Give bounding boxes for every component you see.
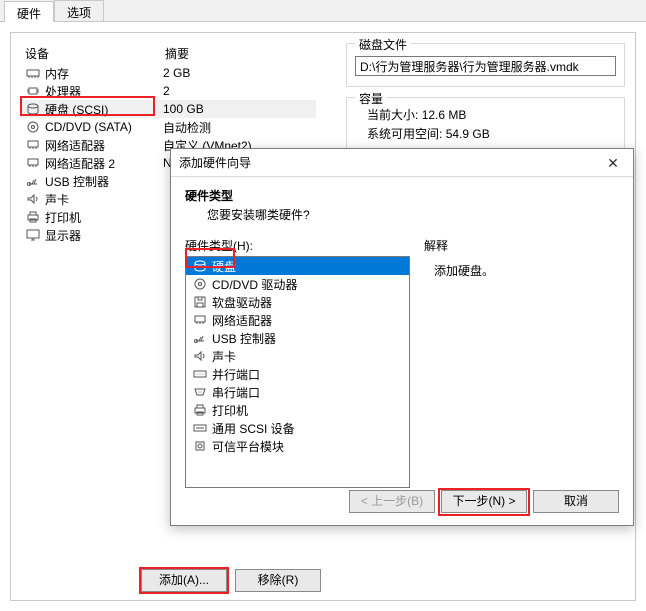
hw-type-item[interactable]: 软盘驱动器 xyxy=(186,293,409,311)
device-name: 硬盘 (SCSI) xyxy=(45,101,163,118)
device-name: 内存 xyxy=(45,65,163,82)
parallel-icon xyxy=(192,367,208,381)
disk-icon xyxy=(25,102,41,116)
device-row[interactable]: 硬盘 (SCSI)100 GB xyxy=(21,100,316,118)
device-summary: 2 GB xyxy=(163,66,316,80)
hw-type-item[interactable]: 并行端口 xyxy=(186,365,409,383)
header-summary: 摘要 xyxy=(161,43,311,64)
hw-type-label: 串行端口 xyxy=(212,384,260,401)
memory-icon xyxy=(25,66,41,80)
hw-type-item[interactable]: 硬盘 xyxy=(186,257,409,275)
disk-icon xyxy=(192,259,208,273)
tab-options[interactable]: 选项 xyxy=(54,0,104,21)
cd-icon xyxy=(25,120,41,134)
device-row[interactable]: CD/DVD (SATA)自动检测 xyxy=(21,118,316,136)
device-summary: 100 GB xyxy=(163,102,316,116)
device-name: 网络适配器 2 xyxy=(45,155,163,172)
add-button[interactable]: 添加(A)... xyxy=(141,569,227,592)
wizard-buttons: < 上一步(B) 下一步(N) > 取消 xyxy=(349,490,619,513)
wizard-title: 添加硬件向导 xyxy=(179,149,251,177)
hw-type-label: CD/DVD 驱动器 xyxy=(212,276,297,293)
net-icon xyxy=(192,313,208,327)
printer-icon xyxy=(25,210,41,224)
capacity-current: 当前大小: 12.6 MB xyxy=(367,106,616,123)
device-name: 处理器 xyxy=(45,83,163,100)
next-button[interactable]: 下一步(N) > xyxy=(441,490,527,513)
cpu-icon xyxy=(25,84,41,98)
group-capacity: 容量 当前大小: 12.6 MB 系统可用空间: 54.9 GB xyxy=(346,97,625,155)
hw-type-list[interactable]: 硬盘CD/DVD 驱动器软盘驱动器网络适配器USB 控制器声卡并行端口串行端口打… xyxy=(185,256,410,488)
hw-type-item[interactable]: 打印机 xyxy=(186,401,409,419)
hw-type-item[interactable]: 声卡 xyxy=(186,347,409,365)
add-hardware-wizard: 添加硬件向导 ✕ 硬件类型 您要安装哪类硬件? 硬件类型(H): 硬盘CD/DV… xyxy=(170,148,634,526)
back-button: < 上一步(B) xyxy=(349,490,435,513)
disk-file-path[interactable] xyxy=(355,56,616,76)
wizard-titlebar: 添加硬件向导 ✕ xyxy=(171,149,633,177)
device-summary: 自动检测 xyxy=(163,119,316,136)
wizard-header: 硬件类型 您要安装哪类硬件? xyxy=(171,177,633,231)
hw-type-label: USB 控制器 xyxy=(212,330,276,347)
hw-type-label: 打印机 xyxy=(212,402,248,419)
close-icon[interactable]: ✕ xyxy=(593,149,633,177)
net-icon xyxy=(25,156,41,170)
current-size-value: 12.6 MB xyxy=(422,108,467,122)
hw-type-label: 声卡 xyxy=(212,348,236,365)
scsi-icon xyxy=(192,421,208,435)
tpm-icon xyxy=(192,439,208,453)
device-row[interactable]: 处理器2 xyxy=(21,82,316,100)
sound-icon xyxy=(192,349,208,363)
group-disk-file-title: 磁盘文件 xyxy=(355,36,411,53)
bottom-buttons: 添加(A)... 移除(R) xyxy=(141,569,321,592)
free-space-label: 系统可用空间: xyxy=(367,127,442,141)
sound-icon xyxy=(25,192,41,206)
tab-hardware[interactable]: 硬件 xyxy=(4,1,54,22)
header-device: 设备 xyxy=(21,43,161,64)
wizard-subheading: 您要安装哪类硬件? xyxy=(185,206,619,223)
capacity-free: 系统可用空间: 54.9 GB xyxy=(367,125,616,142)
cancel-button[interactable]: 取消 xyxy=(533,490,619,513)
hw-type-label: 通用 SCSI 设备 xyxy=(212,420,295,437)
right-pane: 磁盘文件 容量 当前大小: 12.6 MB 系统可用空间: 54.9 GB xyxy=(346,43,625,165)
net-icon xyxy=(25,138,41,152)
current-size-label: 当前大小: xyxy=(367,108,418,122)
hw-type-item[interactable]: 网络适配器 xyxy=(186,311,409,329)
cd-icon xyxy=(192,277,208,291)
display-icon xyxy=(25,228,41,242)
device-name: 显示器 xyxy=(45,227,163,244)
device-name: CD/DVD (SATA) xyxy=(45,120,163,134)
serial-icon xyxy=(192,385,208,399)
device-headers: 设备 摘要 xyxy=(21,43,316,64)
remove-button[interactable]: 移除(R) xyxy=(235,569,321,592)
hw-type-item[interactable]: 通用 SCSI 设备 xyxy=(186,419,409,437)
device-row[interactable]: 内存2 GB xyxy=(21,64,316,82)
usb-icon xyxy=(192,331,208,345)
hw-type-label: 硬盘 xyxy=(212,258,236,275)
device-name: 打印机 xyxy=(45,209,163,226)
free-space-value: 54.9 GB xyxy=(446,127,490,141)
hw-type-item[interactable]: 串行端口 xyxy=(186,383,409,401)
hw-types-label: 硬件类型(H): xyxy=(185,237,410,254)
group-disk-file: 磁盘文件 xyxy=(346,43,625,87)
printer-icon xyxy=(192,403,208,417)
group-capacity-title: 容量 xyxy=(355,90,387,107)
wizard-heading: 硬件类型 xyxy=(185,187,619,204)
device-name: USB 控制器 xyxy=(45,173,163,190)
explain-text: 添加硬盘。 xyxy=(424,256,619,279)
device-name: 声卡 xyxy=(45,191,163,208)
tabbar: 硬件 选项 xyxy=(0,0,646,22)
hw-type-item[interactable]: 可信平台模块 xyxy=(186,437,409,455)
hw-type-item[interactable]: USB 控制器 xyxy=(186,329,409,347)
usb-icon xyxy=(25,174,41,188)
hw-type-label: 可信平台模块 xyxy=(212,438,284,455)
device-name: 网络适配器 xyxy=(45,137,163,154)
explain-label: 解释 xyxy=(424,237,619,254)
hw-type-item[interactable]: CD/DVD 驱动器 xyxy=(186,275,409,293)
hw-type-label: 软盘驱动器 xyxy=(212,294,272,311)
hw-type-label: 并行端口 xyxy=(212,366,260,383)
device-summary: 2 xyxy=(163,84,316,98)
hw-type-label: 网络适配器 xyxy=(212,312,272,329)
floppy-icon xyxy=(192,295,208,309)
